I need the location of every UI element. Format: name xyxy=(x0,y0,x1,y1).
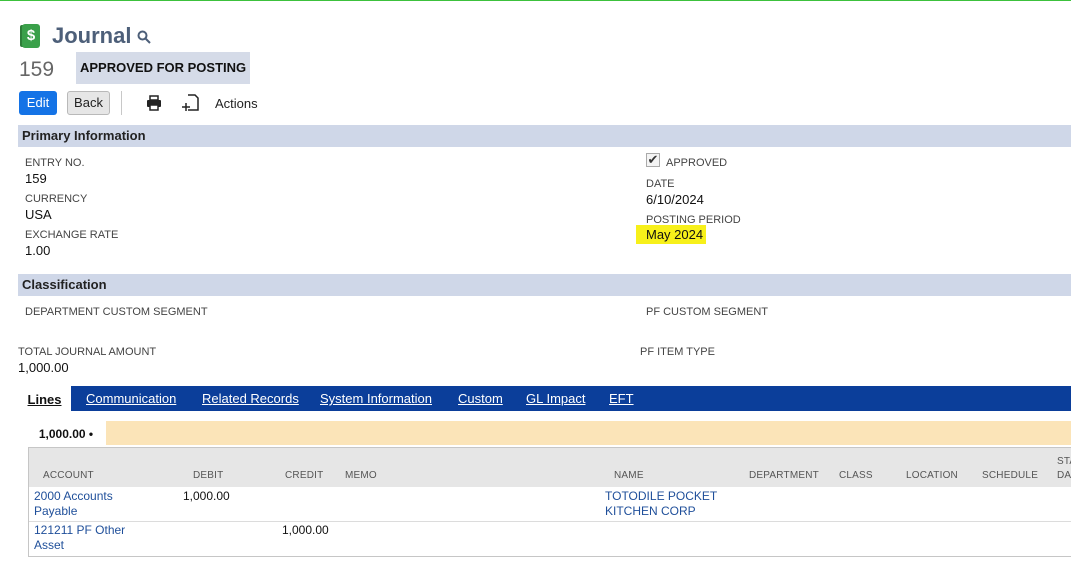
currency-label: CURRENCY xyxy=(25,193,88,205)
print-icon[interactable] xyxy=(146,95,162,111)
tab-eft[interactable]: EFT xyxy=(609,391,634,406)
department-custom-segment-label: DEPARTMENT CUSTOM SEGMENT xyxy=(25,306,208,318)
table-row-name-link[interactable]: TOTODILE POCKET KITCHEN CORP xyxy=(605,489,717,519)
new-document-icon[interactable] xyxy=(182,94,200,112)
search-icon[interactable] xyxy=(137,30,151,44)
entry-no-label: ENTRY NO. xyxy=(25,157,85,169)
tab-gl-impact-label: GL Impact xyxy=(526,391,586,406)
tab-system-information-label: System Information xyxy=(320,391,432,406)
approved-checkbox: ✔ xyxy=(646,152,660,167)
tab-eft-label: EFT xyxy=(609,391,634,406)
col-credit[interactable]: CREDIT xyxy=(285,470,323,481)
tab-lines[interactable]: Lines xyxy=(18,386,71,411)
date-label: DATE xyxy=(646,178,675,190)
table-header xyxy=(29,448,1071,487)
table-row-account-link[interactable]: 2000 Accounts Payable xyxy=(34,489,113,519)
col-start-partial[interactable]: STA xyxy=(1057,456,1071,467)
tab-lines-label: Lines xyxy=(27,392,62,407)
posting-period-value: May 2024 xyxy=(636,225,707,244)
section-primary-information[interactable]: Primary Information xyxy=(18,125,1071,147)
row2-credit: 1,000.00 xyxy=(282,523,329,537)
record-number: 159 xyxy=(19,58,55,81)
col-location[interactable]: LOCATION xyxy=(906,470,958,481)
row1-account-line2[interactable]: Payable xyxy=(34,504,113,519)
col-date-partial[interactable]: DA xyxy=(1057,470,1071,481)
row-divider xyxy=(29,521,1071,522)
edit-button[interactable]: Edit xyxy=(19,91,57,115)
col-account[interactable]: ACCOUNT xyxy=(43,470,94,481)
col-department[interactable]: DEPARTMENT xyxy=(749,470,819,481)
row2-account-line1[interactable]: 121211 PF Other xyxy=(34,523,125,538)
section-classification[interactable]: Classification xyxy=(18,274,1071,296)
col-debit[interactable]: DEBIT xyxy=(193,470,223,481)
total-journal-amount-value: 1,000.00 xyxy=(18,360,69,375)
tab-communication-label: Communication xyxy=(86,391,177,406)
exchange-rate-value: 1.00 xyxy=(25,243,51,258)
back-button[interactable]: Back xyxy=(67,91,110,115)
row1-account-line1[interactable]: 2000 Accounts xyxy=(34,489,113,504)
col-memo[interactable]: MEMO xyxy=(345,470,377,481)
dollar-journal-icon: $ xyxy=(22,24,40,48)
row1-debit: 1,000.00 xyxy=(183,489,230,503)
table-row-account-link[interactable]: 121211 PF Other Asset xyxy=(34,523,125,553)
row1-name-line2[interactable]: KITCHEN CORP xyxy=(605,504,717,519)
approved-label: APPROVED xyxy=(666,157,728,169)
tab-custom[interactable]: Custom xyxy=(458,391,503,406)
toolbar-divider xyxy=(121,91,122,115)
col-class[interactable]: CLASS xyxy=(839,470,873,481)
tab-system-information[interactable]: System Information xyxy=(320,391,432,406)
tab-related-records-label: Related Records xyxy=(202,391,299,406)
subtab-lines-total[interactable]: 1,000.00 • xyxy=(26,421,106,445)
tab-related-records[interactable]: Related Records xyxy=(202,391,299,406)
date-value: 6/10/2024 xyxy=(646,192,704,207)
subtab-strip xyxy=(106,421,1071,445)
total-journal-amount-label: TOTAL JOURNAL AMOUNT xyxy=(18,346,157,358)
currency-value: USA xyxy=(25,207,52,222)
tab-gl-impact[interactable]: GL Impact xyxy=(526,391,585,406)
actions-menu[interactable]: Actions xyxy=(215,96,258,111)
tab-communication[interactable]: Communication xyxy=(86,391,176,406)
status-badge: APPROVED FOR POSTING xyxy=(76,52,251,84)
pf-custom-segment-label: PF CUSTOM SEGMENT xyxy=(646,306,769,318)
posting-period-highlight: May 2024 xyxy=(636,225,707,244)
exchange-rate-label: EXCHANGE RATE xyxy=(25,229,119,241)
tab-custom-label: Custom xyxy=(458,391,503,406)
row2-account-line2[interactable]: Asset xyxy=(34,538,125,553)
col-name[interactable]: NAME xyxy=(614,470,644,481)
col-schedule[interactable]: SCHEDULE xyxy=(982,470,1038,481)
pf-item-type-label: PF ITEM TYPE xyxy=(640,346,715,358)
row1-name-line1[interactable]: TOTODILE POCKET xyxy=(605,489,717,504)
page-title: Journal xyxy=(52,23,132,48)
entry-no-value: 159 xyxy=(25,171,47,186)
